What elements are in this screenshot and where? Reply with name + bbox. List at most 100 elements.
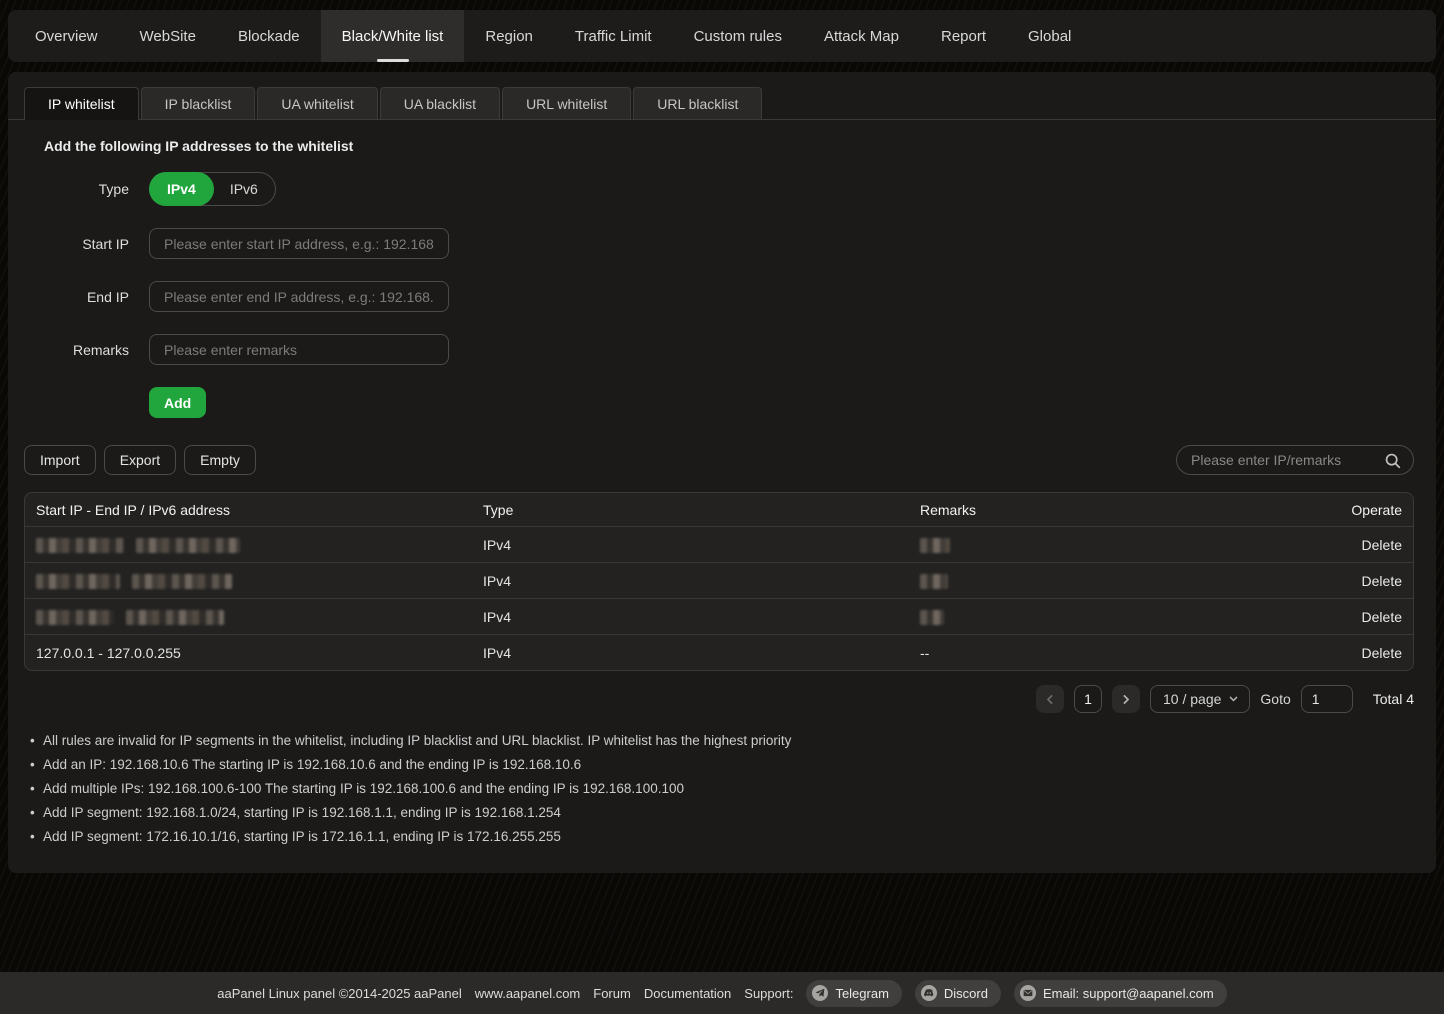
- redacted-remark: [920, 574, 948, 589]
- discord-button[interactable]: Discord: [915, 980, 1001, 1007]
- footer-docs-link[interactable]: Documentation: [644, 986, 731, 1001]
- search-icon[interactable]: [1384, 452, 1401, 469]
- nav-item-attack-map[interactable]: Attack Map: [803, 10, 920, 62]
- tab-url-whitelist[interactable]: URL whitelist: [502, 87, 631, 119]
- start-ip-label: Start IP: [24, 236, 129, 252]
- tab-ip-whitelist[interactable]: IP whitelist: [24, 87, 139, 120]
- whitelist-table: Start IP - End IP / IPv6 address Type Re…: [24, 492, 1414, 671]
- help-notes: All rules are invalid for IP segments in…: [24, 729, 1414, 849]
- chevron-left-icon: [1047, 694, 1057, 704]
- operate-cell: Delete: [1269, 634, 1413, 670]
- help-note: Add IP segment: 172.16.10.1/16, starting…: [24, 825, 1414, 849]
- next-page-button[interactable]: [1112, 685, 1140, 713]
- panel-content: Add the following IP addresses to the wh…: [8, 138, 1436, 849]
- table-row: IPv4Delete: [25, 562, 1413, 598]
- help-note: Add IP segment: 192.168.1.0/24, starting…: [24, 801, 1414, 825]
- chevron-down-icon: [1230, 693, 1238, 701]
- tab-ua-whitelist[interactable]: UA whitelist: [257, 87, 377, 119]
- header-operate: Operate: [1269, 493, 1413, 526]
- nav-item-blockade[interactable]: Blockade: [217, 10, 321, 62]
- end-ip-row: End IP: [24, 281, 1414, 312]
- table-toolbar: Import Export Empty: [24, 445, 1414, 475]
- ip-range-cell: 127.0.0.1 - 127.0.0.255: [25, 634, 472, 670]
- end-ip-input[interactable]: [149, 281, 449, 312]
- page-size-select[interactable]: 10 / page: [1150, 685, 1250, 713]
- remarks-cell: [909, 562, 1269, 598]
- redacted-ip: [132, 574, 232, 589]
- table-row: IPv4 Delete: [25, 526, 1413, 562]
- toolbar-buttons: Import Export Empty: [24, 445, 256, 475]
- footer: aaPanel Linux panel ©2014-2025 aaPanel w…: [0, 972, 1444, 1014]
- goto-page-input[interactable]: [1301, 685, 1353, 713]
- redacted-remark: [920, 538, 950, 553]
- empty-button[interactable]: Empty: [184, 445, 256, 475]
- ip-type-toggle: IPv4 IPv6: [149, 172, 276, 206]
- blackwhite-list-panel: IP whitelistIP blacklistUA whitelistUA b…: [8, 72, 1436, 873]
- operate-cell: Delete: [1269, 562, 1413, 598]
- nav-item-traffic-limit[interactable]: Traffic Limit: [554, 10, 673, 62]
- nav-item-region[interactable]: Region: [464, 10, 554, 62]
- nav-item-overview[interactable]: Overview: [14, 10, 119, 62]
- footer-forum-link[interactable]: Forum: [593, 986, 631, 1001]
- nav-item-custom-rules[interactable]: Custom rules: [673, 10, 803, 62]
- start-ip-input[interactable]: [149, 228, 449, 259]
- header-ip-range: Start IP - End IP / IPv6 address: [25, 493, 472, 526]
- nav-item-black-white-list[interactable]: Black/White list: [321, 10, 465, 62]
- telegram-label: Telegram: [835, 986, 888, 1001]
- total-count: Total 4: [1373, 691, 1414, 707]
- email-button[interactable]: Email: support@aapanel.com: [1014, 980, 1227, 1007]
- footer-site-link[interactable]: www.aapanel.com: [475, 986, 581, 1001]
- discord-icon: [921, 985, 937, 1001]
- form-title: Add the following IP addresses to the wh…: [44, 138, 1414, 154]
- delete-link[interactable]: Delete: [1362, 645, 1402, 661]
- delete-link[interactable]: Delete: [1362, 573, 1402, 589]
- remarks-input[interactable]: [149, 334, 449, 365]
- ip-range-cell: [25, 526, 472, 562]
- delete-link[interactable]: Delete: [1362, 609, 1402, 625]
- type-cell: IPv4: [472, 598, 909, 634]
- remarks-row: Remarks: [24, 334, 1414, 365]
- list-type-tabs: IP whitelistIP blacklistUA whitelistUA b…: [8, 72, 1436, 120]
- table-row: 127.0.0.1 - 127.0.0.255IPv4-- Delete: [25, 634, 1413, 670]
- type-cell: IPv4: [472, 526, 909, 562]
- nav-item-report[interactable]: Report: [920, 10, 1007, 62]
- type-option-ipv4[interactable]: IPv4: [149, 172, 214, 206]
- export-button[interactable]: Export: [104, 445, 176, 475]
- delete-link[interactable]: Delete: [1362, 537, 1402, 553]
- nav-item-global[interactable]: Global: [1007, 10, 1092, 62]
- page-number-button[interactable]: 1: [1074, 685, 1102, 713]
- tab-url-blacklist[interactable]: URL blacklist: [633, 87, 762, 119]
- goto-label: Goto: [1260, 691, 1290, 707]
- email-label: Email: support@aapanel.com: [1043, 986, 1214, 1001]
- help-note: All rules are invalid for IP segments in…: [24, 729, 1414, 753]
- table-body: IPv4DeleteIPv4DeleteIPv4Delete127.0.0.1 …: [25, 526, 1413, 670]
- remarks-cell: --: [909, 634, 1269, 670]
- help-note: Add an IP: 192.168.10.6 The starting IP …: [24, 753, 1414, 777]
- import-button[interactable]: Import: [24, 445, 96, 475]
- type-option-ipv6[interactable]: IPv6: [212, 172, 276, 206]
- type-cell: IPv4: [472, 634, 909, 670]
- type-row: Type IPv4 IPv6: [24, 172, 1414, 206]
- header-type: Type: [472, 493, 909, 526]
- add-button[interactable]: Add: [149, 387, 206, 418]
- help-note: Add multiple IPs: 192.168.100.6-100 The …: [24, 777, 1414, 801]
- search-input[interactable]: [1191, 452, 1384, 468]
- operate-cell: Delete: [1269, 598, 1413, 634]
- header-remarks: Remarks: [909, 493, 1269, 526]
- redacted-ip: [36, 610, 114, 625]
- redacted-ip: [36, 538, 124, 553]
- redacted-ip: [136, 538, 240, 553]
- operate-cell: Delete: [1269, 526, 1413, 562]
- nav-item-website[interactable]: WebSite: [119, 10, 217, 62]
- telegram-button[interactable]: Telegram: [806, 980, 901, 1007]
- redacted-remark: [920, 610, 944, 625]
- end-ip-label: End IP: [24, 289, 129, 305]
- redacted-ip: [126, 610, 224, 625]
- remarks-label: Remarks: [24, 342, 129, 358]
- search-box: [1176, 445, 1414, 475]
- prev-page-button[interactable]: [1036, 685, 1064, 713]
- footer-support-label: Support:: [744, 986, 793, 1001]
- tab-ip-blacklist[interactable]: IP blacklist: [141, 87, 256, 119]
- top-nav: OverviewWebSiteBlockadeBlack/White listR…: [8, 10, 1436, 62]
- tab-ua-blacklist[interactable]: UA blacklist: [380, 87, 500, 119]
